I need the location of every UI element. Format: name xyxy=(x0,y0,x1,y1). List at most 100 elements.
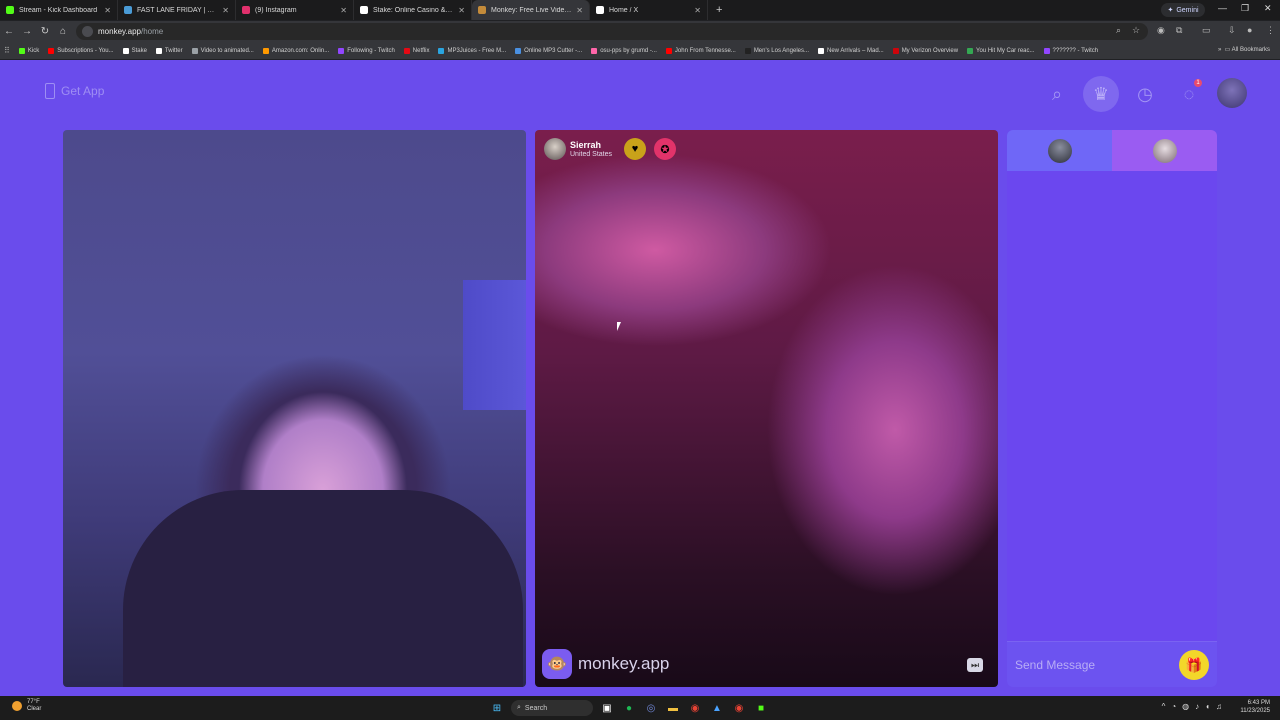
weather-widget[interactable]: 77°F Clear xyxy=(12,699,41,713)
reward-badge-icon[interactable]: ✪ xyxy=(654,138,677,160)
bookmark-item[interactable]: New Arrivals – Mad... xyxy=(818,47,884,54)
bookmark-item[interactable]: Online MP3 Cutter -... xyxy=(515,47,582,54)
kick-icon[interactable]: ■ xyxy=(753,700,769,716)
site-info-icon[interactable] xyxy=(82,26,93,37)
windows-start-icon[interactable]: ⊞ xyxy=(489,700,505,716)
close-icon[interactable]: ✕ xyxy=(458,6,465,15)
network-icon[interactable]: ◍ xyxy=(1182,702,1189,711)
tab-instagram[interactable]: (9) Instagram ✕ xyxy=(236,0,354,20)
bookmark-item[interactable]: Stake xyxy=(122,47,147,54)
x-icon xyxy=(596,6,604,14)
mic-icon[interactable]: ♪ xyxy=(1195,702,1199,711)
menu-icon[interactable]: ⋮ xyxy=(1266,25,1275,36)
chrome-icon[interactable]: ◉ xyxy=(687,700,703,716)
close-icon[interactable]: ✕ xyxy=(104,6,111,15)
tab-fastlane[interactable]: FAST LANE FRIDAY | HOMESTE...✕ xyxy=(118,0,236,20)
tab-remote-user[interactable] xyxy=(1112,130,1217,171)
bookmark-item[interactable]: Video to animated... xyxy=(191,47,254,54)
monkey-logo-icon: 🐵 xyxy=(542,649,572,679)
chevron-up-icon[interactable]: ^ xyxy=(1162,702,1166,711)
volume-icon[interactable]: ♫ xyxy=(1216,702,1222,711)
remote-user-info[interactable]: Sierrah United States ♥ ✪ xyxy=(544,138,677,160)
history-icon[interactable]: ◷ xyxy=(1128,77,1162,111)
remote-video: Sierrah United States ♥ ✪ 🐵 monkey.app ⏭ xyxy=(535,130,998,687)
bookmark-item[interactable]: Netflix xyxy=(403,47,429,54)
music-icon xyxy=(438,47,445,54)
globe-icon xyxy=(191,47,198,54)
spotify-icon[interactable]: ● xyxy=(621,700,637,716)
sidebar-icon[interactable]: ▭ xyxy=(1202,25,1211,36)
avatar xyxy=(1047,138,1072,163)
sparkle-icon: ✦ xyxy=(1167,7,1174,14)
speaker-icon[interactable]: ◖ xyxy=(1205,702,1210,711)
home-icon[interactable]: ⌂ xyxy=(54,26,72,37)
task-view-icon[interactable]: ▣ xyxy=(599,700,615,716)
chrome-alt-icon[interactable]: ◉ xyxy=(731,700,747,716)
brand-watermark: 🐵 monkey.app xyxy=(542,649,669,679)
puzzle-icon[interactable]: ⧉ xyxy=(1176,25,1182,36)
bookmark-item[interactable]: ??????? - Twitch xyxy=(1043,47,1098,54)
close-icon[interactable]: ✕ xyxy=(340,6,347,15)
bookmark-item[interactable]: You Hit My Car reac... xyxy=(967,47,1035,54)
tab-local-user[interactable] xyxy=(1007,130,1112,171)
forward-icon[interactable]: → xyxy=(18,26,36,37)
minimize-icon[interactable]: — xyxy=(1218,3,1227,13)
bookmark-item[interactable]: Men's Los Angeles... xyxy=(744,47,809,54)
bookmark-item[interactable]: osu-pps by grumd -... xyxy=(591,47,657,54)
monkey-icon xyxy=(478,6,486,14)
all-bookmarks-button[interactable]: » ▭ All Bookmarks xyxy=(1218,46,1270,53)
phone-icon xyxy=(45,83,55,99)
message-input[interactable] xyxy=(1015,657,1165,672)
gemini-button[interactable]: ✦ Gemini xyxy=(1161,3,1205,17)
back-icon[interactable]: ← xyxy=(0,26,18,37)
discord-icon[interactable]: ◎ xyxy=(643,700,659,716)
bookmark-item[interactable]: My Verizon Overview xyxy=(892,47,958,54)
gift-icon[interactable]: 🎁 xyxy=(1179,650,1209,680)
skip-icon[interactable]: ⏭ xyxy=(967,658,983,672)
clock[interactable]: 6:43 PM 11/23/2025 xyxy=(1240,699,1270,715)
tab-kick[interactable]: Stream - Kick Dashboard ✕ xyxy=(0,0,118,20)
bookmark-item[interactable]: Following - Twitch xyxy=(338,47,395,54)
extension-icon[interactable]: ◉ xyxy=(1157,25,1165,36)
avatar[interactable] xyxy=(544,138,566,160)
close-icon[interactable]: ✕ xyxy=(694,6,701,15)
bookmark-item[interactable]: Kick xyxy=(18,47,39,54)
reload-icon[interactable]: ↻ xyxy=(36,26,54,37)
close-icon[interactable]: ✕ xyxy=(222,6,229,15)
bookmarks-bar: ⠿ Kick Subscriptions - You... Stake Twit… xyxy=(0,42,1280,59)
tab-monkey[interactable]: Monkey: Free Live Video Ch...✕ xyxy=(472,0,590,20)
tab-x[interactable]: Home / X ✕ xyxy=(590,0,708,20)
stake-icon xyxy=(360,6,368,14)
maximize-icon[interactable]: ❐ xyxy=(1241,3,1249,14)
star-icon[interactable]: ☆ xyxy=(1132,25,1140,36)
profile-icon[interactable]: ● xyxy=(1247,25,1252,35)
profile-avatar[interactable] xyxy=(1217,78,1247,108)
bookmark-item[interactable]: Amazon.com: Onlin... xyxy=(262,47,329,54)
bookmark-item[interactable]: MP3Juices - Free M... xyxy=(438,47,506,54)
get-app-button[interactable]: Get App xyxy=(45,83,104,99)
crown-icon[interactable]: ♛ xyxy=(1083,76,1119,112)
chat-icon[interactable]: ◌ 1 xyxy=(1172,77,1206,111)
file-explorer-icon[interactable]: ▬ xyxy=(665,700,681,716)
apps-icon[interactable]: ⠿ xyxy=(4,46,10,55)
download-icon[interactable]: ⇩ xyxy=(1228,25,1236,36)
close-window-icon[interactable]: ✕ xyxy=(1264,3,1272,14)
video-person xyxy=(123,490,523,687)
bookmark-item[interactable]: Twitter xyxy=(155,47,183,54)
search-icon[interactable]: ⌕ xyxy=(1040,77,1074,111)
remote-user-name: Sierrah xyxy=(570,139,602,150)
new-tab-button[interactable]: + xyxy=(716,4,722,16)
kick-icon xyxy=(18,47,25,54)
taskbar-search[interactable]: ⌕ Search xyxy=(511,700,593,716)
heart-badge-icon[interactable]: ♥ xyxy=(624,138,647,160)
close-icon[interactable]: ✕ xyxy=(576,6,583,15)
bookmark-item[interactable]: Subscriptions - You... xyxy=(48,47,114,54)
photos-icon[interactable]: ▲ xyxy=(709,700,725,716)
wifi-icon[interactable]: ◔ xyxy=(1171,702,1176,711)
zoom-icon[interactable]: ⌕ xyxy=(1116,25,1121,36)
mouse-cursor-icon xyxy=(617,322,625,331)
remote-user-country: United States xyxy=(570,150,613,158)
tab-stake[interactable]: Stake: Online Casino & Sports ...✕ xyxy=(354,0,472,20)
bookmark-item[interactable]: John From Tennesse... xyxy=(665,47,736,54)
address-bar[interactable]: monkey.app/home xyxy=(76,23,1148,40)
